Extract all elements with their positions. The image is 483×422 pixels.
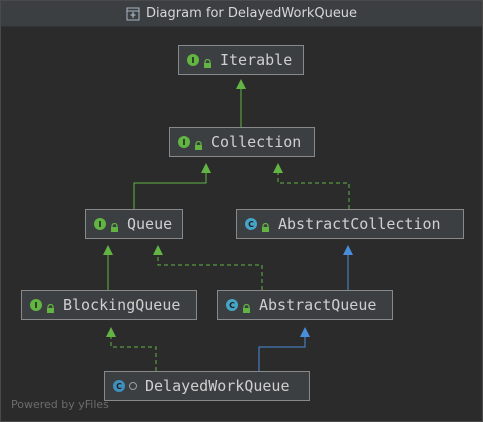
edge-collection-iterable	[236, 79, 246, 128]
class-icon: C	[113, 380, 125, 392]
edge-blockingqueue-queue	[103, 245, 113, 290]
abstract-class-icon: C	[245, 218, 257, 230]
lock-icon	[110, 219, 119, 232]
node-label: AbstractCollection	[278, 215, 441, 233]
abstract-class-icon: C	[226, 299, 238, 311]
powered-by-label: Powered by yFiles	[11, 398, 109, 411]
edge-abstractqueue-queue	[153, 245, 263, 290]
node-label: Collection	[211, 133, 302, 151]
interface-icon: I	[187, 54, 199, 66]
node-label: Queue	[127, 215, 173, 233]
edge-delayedworkqueue-blockingqueue	[106, 327, 157, 371]
lock-icon	[46, 300, 55, 313]
window-title: Diagram for DelayedWorkQueue	[145, 6, 358, 21]
diagram-icon	[126, 7, 140, 21]
diagram-canvas[interactable]: I Iterable I Collection I Queue C Abstra…	[1, 27, 482, 421]
node-collection[interactable]: I Collection	[169, 127, 315, 157]
node-label: DelayedWorkQueue	[145, 377, 290, 395]
node-delayed-work-queue[interactable]: C DelayedWorkQueue	[104, 371, 310, 401]
lock-icon	[194, 137, 203, 150]
lock-icon	[261, 219, 270, 232]
node-abstract-queue[interactable]: C AbstractQueue	[217, 290, 393, 320]
interface-icon: I	[94, 218, 106, 230]
lock-icon	[203, 55, 212, 68]
package-private-icon	[129, 382, 137, 390]
node-abstract-collection[interactable]: C AbstractCollection	[236, 209, 464, 239]
node-queue[interactable]: I Queue	[85, 209, 183, 239]
interface-icon: I	[30, 299, 42, 311]
interface-icon: I	[178, 136, 190, 148]
window-titlebar: Diagram for DelayedWorkQueue	[1, 1, 482, 27]
edge-abstractqueue-abstractcollection	[343, 245, 353, 290]
node-blocking-queue[interactable]: I BlockingQueue	[21, 290, 197, 320]
diagram-window: Diagram for DelayedWorkQueue I Iterable …	[0, 0, 483, 422]
node-label: Iterable	[220, 51, 293, 69]
edge-queue-collection	[133, 163, 211, 209]
node-iterable[interactable]: I Iterable	[178, 45, 304, 75]
edge-abstractcollection-collection	[273, 163, 350, 209]
node-label: BlockingQueue	[63, 296, 181, 314]
node-label: AbstractQueue	[259, 296, 377, 314]
lock-icon	[242, 300, 251, 313]
edge-delayedworkqueue-abstractqueue	[258, 327, 310, 371]
